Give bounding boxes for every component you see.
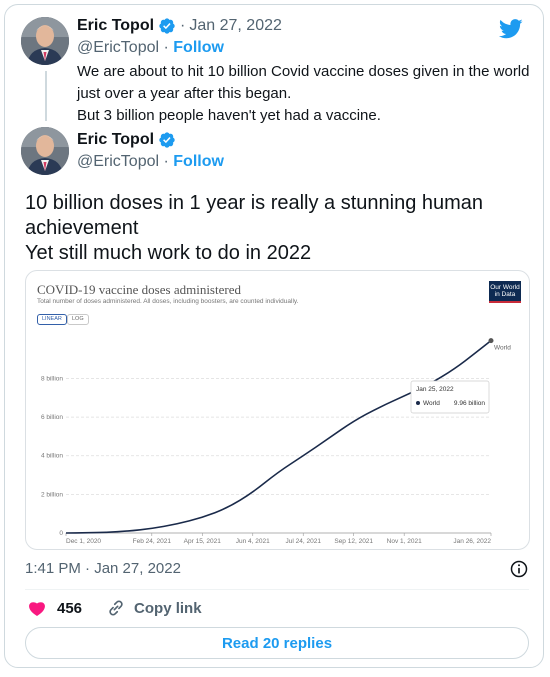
link-icon[interactable]: [106, 598, 126, 618]
separator-dot: ·: [163, 153, 174, 170]
copy-link-button[interactable]: Copy link: [134, 600, 202, 617]
tweet-text-line: We are about to hit 10 billion Covid vac…: [77, 63, 530, 80]
like-count[interactable]: 456: [57, 600, 82, 617]
verified-badge-icon: [158, 17, 176, 35]
x-tick-label: Sep 12, 2021: [334, 538, 373, 545]
tweet-date[interactable]: Jan 27, 2022: [189, 17, 282, 35]
quoted-tweet-text: We are about to hit 10 billion Covid vac…: [77, 61, 537, 127]
x-tick-label: Apr 15, 2021: [184, 538, 222, 545]
verified-badge-icon: [158, 131, 176, 149]
avatar[interactable]: [21, 17, 69, 65]
tweet-text-line: 10 billion doses in 1 year is really a s…: [25, 192, 484, 214]
tweet-text-line: But 3 billion people haven't yet had a v…: [77, 107, 381, 124]
x-tick-label: Jan 26, 2022: [453, 538, 491, 545]
thread-connector-line: [45, 71, 47, 121]
tweet-text-line: achievement: [25, 217, 139, 239]
y-tick-label: 2 billion: [41, 491, 63, 498]
x-tick-label: Jun 4, 2021: [236, 538, 270, 545]
heart-icon[interactable]: [27, 598, 47, 618]
series-line-world: [65, 339, 492, 534]
action-bar: 456 Copy link: [27, 598, 202, 618]
series-label-world: World: [494, 345, 511, 352]
series-endpoint-world: [488, 338, 494, 344]
x-tick-label: Feb 24, 2021: [133, 538, 172, 545]
main-author-row: Eric Topol: [77, 131, 176, 149]
main-handle-row: @EricTopol · Follow: [77, 153, 224, 171]
tooltip-marker: [416, 401, 420, 405]
author-handle[interactable]: @EricTopol: [77, 153, 159, 170]
tooltip-value: 9.96 billion: [454, 400, 485, 407]
quoted-author-row: Eric Topol · Jan 27, 2022: [77, 17, 282, 35]
y-tick-label: 8 billion: [41, 375, 63, 382]
tweet-timestamp[interactable]: 1:41 PM · Jan 27, 2022: [25, 560, 181, 577]
main-tweet-text: 10 billion doses in 1 year is really a s…: [25, 191, 525, 266]
y-tick-label: 0: [59, 530, 63, 537]
tooltip-date: Jan 25, 2022: [416, 386, 454, 393]
avatar-image: [21, 17, 69, 65]
y-tick-label: 6 billion: [41, 414, 63, 421]
avatar-image: [21, 127, 69, 175]
tweet-card: Eric Topol · Jan 27, 2022 @EricTopol · F…: [4, 4, 544, 668]
chart-image[interactable]: COVID-19 vaccine doses administered Tota…: [25, 270, 530, 550]
tooltip-series: World: [423, 400, 440, 407]
x-tick-label: Nov 1, 2021: [387, 538, 422, 545]
divider: [25, 589, 529, 590]
separator-dot: ·: [163, 39, 174, 56]
quoted-handle-row: @EricTopol · Follow: [77, 39, 224, 57]
author-name[interactable]: Eric Topol: [77, 131, 154, 149]
x-tick-label: Dec 1, 2020: [66, 538, 101, 545]
twitter-bird-icon[interactable]: [499, 19, 523, 39]
read-replies-button[interactable]: Read 20 replies: [25, 627, 529, 659]
x-tick-label: Jul 24, 2021: [286, 538, 322, 545]
tweet-text-line: Yet still much work to do in 2022: [25, 242, 312, 264]
avatar[interactable]: [21, 127, 69, 175]
separator-dot: ·: [180, 17, 186, 34]
tweet-text-line: just over a year after this began.: [77, 85, 292, 102]
info-icon[interactable]: [509, 559, 529, 579]
follow-button[interactable]: Follow: [173, 153, 224, 170]
author-name[interactable]: Eric Topol: [77, 17, 154, 35]
line-chart: 0 2 billion 4 billion 6 billion 8 billion Dec…: [41, 338, 511, 545]
follow-button[interactable]: Follow: [173, 39, 224, 56]
author-handle[interactable]: @EricTopol: [77, 39, 159, 56]
y-tick-label: 4 billion: [41, 453, 63, 460]
